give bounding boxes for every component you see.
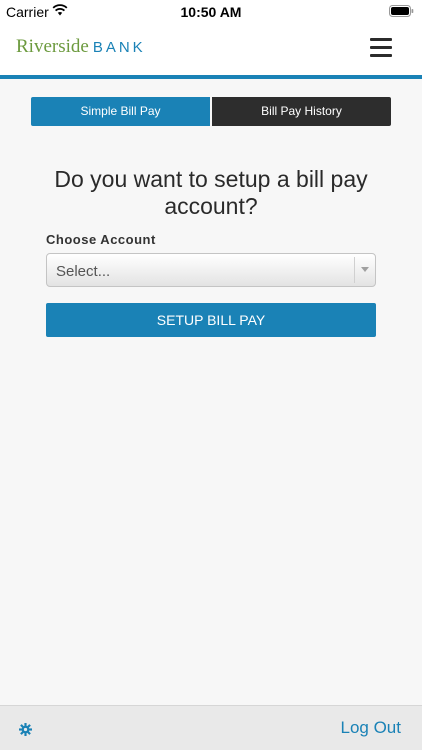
select-divider: [354, 257, 355, 283]
menu-icon[interactable]: [370, 38, 392, 58]
setup-bill-pay-button[interactable]: SETUP BILL PAY: [46, 303, 376, 337]
app-root: Carrier 10:50 AM Riverside BANK Simple Bi…: [0, 0, 422, 750]
gear-icon[interactable]: [19, 723, 32, 736]
page-title: Do you want to setup a bill pay account?: [54, 166, 368, 219]
chevron-down-icon: [361, 267, 369, 272]
header-divider: [0, 75, 422, 79]
status-bar: Carrier 10:50 AM: [0, 0, 422, 24]
choose-account-label: Choose Account: [46, 232, 156, 247]
account-select-value: Select...: [56, 263, 111, 280]
logo-word-riverside: Riverside: [16, 36, 89, 57]
menu-bar: [370, 46, 392, 49]
account-select[interactable]: Select...: [46, 253, 376, 287]
status-time: 10:50 AM: [180, 4, 242, 20]
logo-word-bank: BANK: [92, 39, 146, 56]
logout-link[interactable]: Log Out: [341, 718, 402, 738]
menu-bar: [370, 54, 392, 57]
bank-logo[interactable]: Riverside BANK: [16, 36, 146, 60]
app-header: Riverside BANK: [0, 24, 422, 75]
bill-pay-tabs: Simple Bill Pay Bill Pay History: [31, 97, 391, 126]
battery-icon: [389, 5, 414, 17]
app-footer: Log Out: [0, 705, 422, 750]
tab-bill-pay-history[interactable]: Bill Pay History: [212, 97, 391, 126]
menu-bar: [370, 38, 392, 41]
tab-simple-bill-pay[interactable]: Simple Bill Pay: [31, 97, 210, 126]
